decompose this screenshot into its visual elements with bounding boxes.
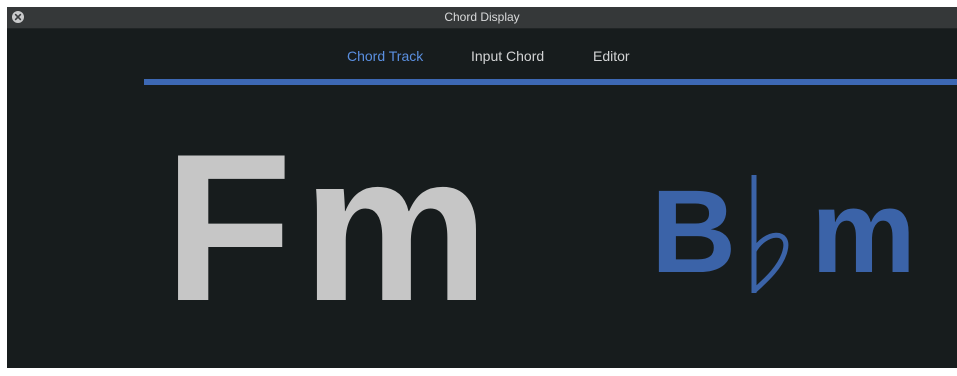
tab-chord-track[interactable]: Chord Track xyxy=(347,47,423,65)
next-chord: B m xyxy=(651,167,921,302)
title-bar[interactable]: Chord Display xyxy=(7,7,957,29)
tab-editor[interactable]: Editor xyxy=(593,47,630,65)
window-title: Chord Display xyxy=(444,10,520,24)
chord-progress-fill xyxy=(144,79,957,85)
current-chord: Fm xyxy=(164,110,499,345)
next-chord-quality: m xyxy=(811,166,916,298)
tab-input-chord[interactable]: Input Chord xyxy=(471,47,544,65)
chord-display-window: Chord Display Chord Track Input Chord Ed… xyxy=(7,7,957,368)
tab-bar: Chord Track Input Chord Editor xyxy=(7,47,957,65)
chord-progress-bar xyxy=(144,79,957,85)
next-chord-root: B xyxy=(651,166,737,298)
flat-icon xyxy=(751,175,789,293)
